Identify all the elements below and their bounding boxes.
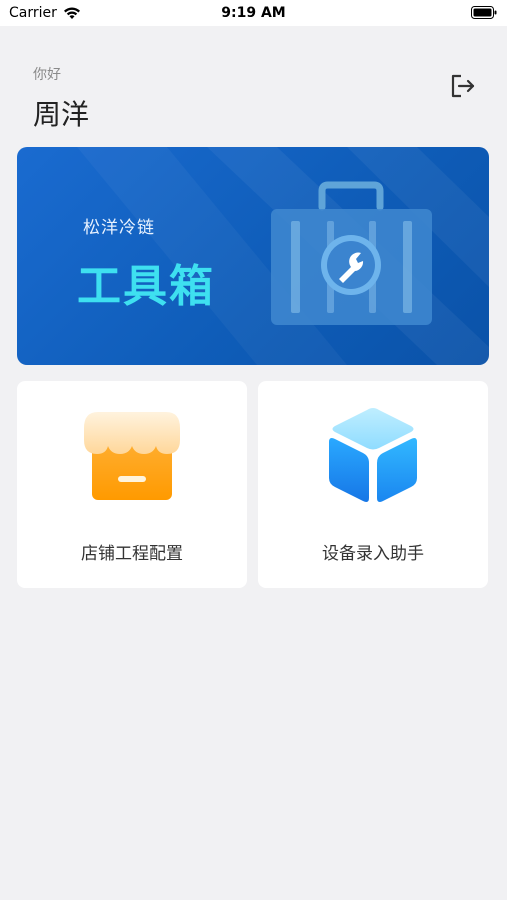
battery-icon bbox=[471, 6, 497, 19]
store-config-card[interactable]: 店铺工程配置 bbox=[17, 381, 247, 588]
banner-title: 工具箱 bbox=[77, 261, 215, 312]
greeting-text: 你好 bbox=[33, 67, 61, 83]
store-icon bbox=[84, 412, 180, 500]
toolbox-banner[interactable]: 松洋冷链 工具箱 bbox=[17, 147, 489, 365]
logout-icon[interactable] bbox=[448, 72, 476, 100]
toolbox-icon bbox=[271, 181, 432, 325]
cube-icon bbox=[329, 408, 417, 502]
banner-subtitle: 松洋冷链 bbox=[83, 218, 155, 238]
status-bar: Carrier 9:19 AM bbox=[0, 0, 507, 26]
device-entry-card[interactable]: 设备录入助手 bbox=[258, 381, 488, 588]
store-config-label: 店铺工程配置 bbox=[81, 544, 183, 564]
user-name: 周洋 bbox=[33, 98, 90, 131]
status-time: 9:19 AM bbox=[221, 5, 286, 21]
device-entry-label: 设备录入助手 bbox=[322, 544, 424, 564]
